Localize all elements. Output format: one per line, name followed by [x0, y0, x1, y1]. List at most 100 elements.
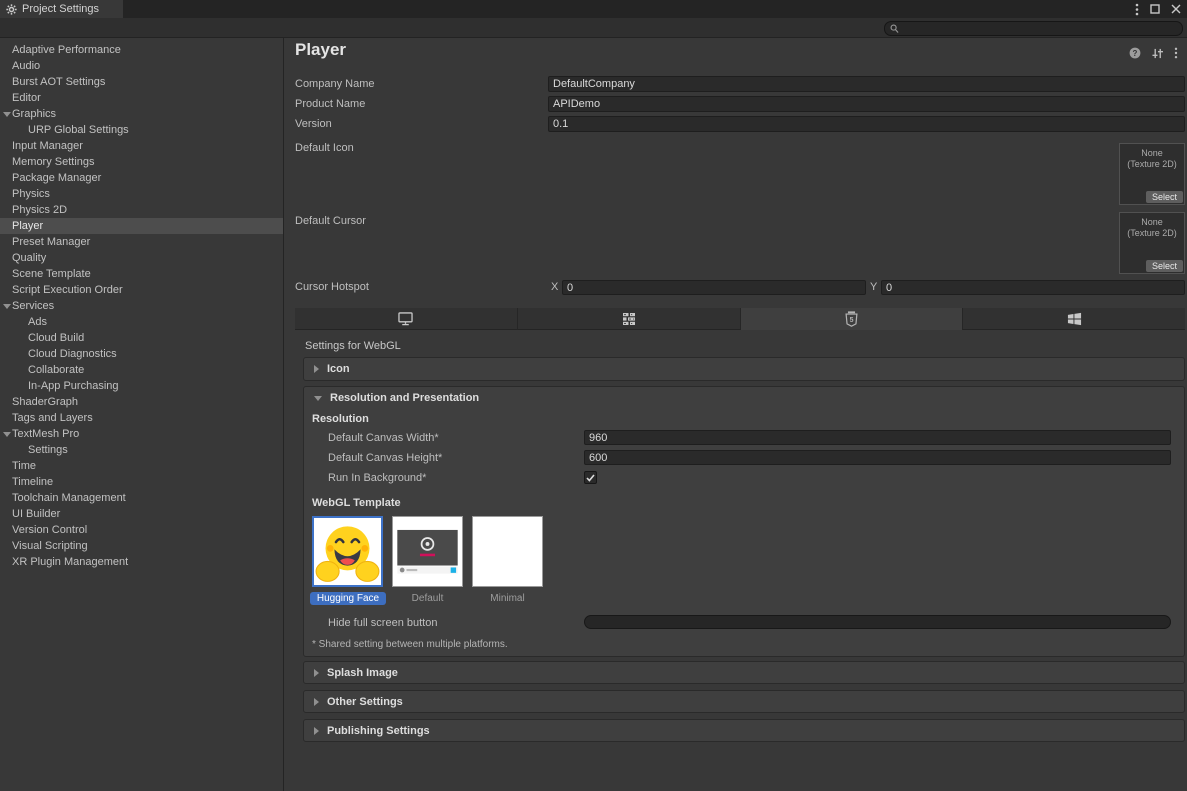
version-label: Version	[295, 118, 332, 130]
default-canvas-height-field[interactable]	[584, 450, 1171, 465]
sidebar-item-time[interactable]: Time	[0, 458, 283, 474]
default-cursor-select-button[interactable]: Select	[1146, 260, 1183, 272]
product-name-field[interactable]	[548, 96, 1185, 112]
default-cursor-texture-box[interactable]: None (Texture 2D) Select	[1119, 212, 1185, 274]
maximize-icon[interactable]	[1150, 4, 1160, 14]
sidebar-item-preset-manager[interactable]: Preset Manager	[0, 234, 283, 250]
section-other-settings[interactable]: Other Settings	[303, 690, 1185, 713]
sidebar-item-ads[interactable]: Ads	[0, 314, 283, 330]
tab-webgl[interactable]: 5	[741, 308, 964, 330]
foldout-collapsed-icon[interactable]	[314, 365, 319, 373]
sidebar-item-cloud-diagnostics[interactable]: Cloud Diagnostics	[0, 346, 283, 362]
section-icon[interactable]: Icon	[303, 357, 1185, 381]
search-box[interactable]	[884, 21, 1183, 36]
foldout-collapsed-icon[interactable]	[314, 727, 319, 735]
close-icon[interactable]	[1171, 4, 1181, 14]
window-tab-project-settings[interactable]: Project Settings	[0, 0, 123, 18]
sidebar-item-tags-and-layers[interactable]: Tags and Layers	[0, 410, 283, 426]
sidebar-item-textmesh-pro[interactable]: TextMesh Pro	[0, 426, 283, 442]
html5-shield-icon: 5	[845, 311, 858, 327]
run-in-background-checkbox[interactable]	[584, 471, 597, 484]
version-field[interactable]	[548, 116, 1185, 132]
sidebar-item-script-execution-order[interactable]: Script Execution Order	[0, 282, 283, 298]
sidebar-item-input-manager[interactable]: Input Manager	[0, 138, 283, 154]
section-resolution-header[interactable]: Resolution and Presentation	[304, 387, 1184, 409]
tab-windows-store[interactable]	[963, 308, 1185, 330]
sidebar-item-settings[interactable]: Settings	[0, 442, 283, 458]
sidebar-item-in-app-purchasing[interactable]: In-App Purchasing	[0, 378, 283, 394]
sidebar-item-services[interactable]: Services	[0, 298, 283, 314]
foldout-expanded-icon[interactable]	[3, 112, 11, 117]
template-thumbnail-hugging-face[interactable]	[312, 516, 383, 587]
sidebar-item-adaptive-performance[interactable]: Adaptive Performance	[0, 42, 283, 58]
foldout-collapsed-icon[interactable]	[314, 669, 319, 677]
template-label-hugging-face[interactable]: Hugging Face	[310, 592, 386, 605]
template-thumbnail-minimal[interactable]	[472, 516, 543, 587]
window-title: Project Settings	[22, 3, 99, 15]
sidebar-item-label: Cloud Diagnostics	[28, 348, 117, 360]
sidebar-item-player[interactable]: Player	[0, 218, 283, 234]
foldout-expanded-icon[interactable]	[3, 304, 11, 309]
sidebar-item-urp-global-settings[interactable]: URP Global Settings	[0, 122, 283, 138]
sidebar-item-label: Memory Settings	[12, 156, 95, 168]
company-name-field[interactable]	[548, 76, 1185, 92]
sidebar-item-version-control[interactable]: Version Control	[0, 522, 283, 538]
gear-icon	[6, 4, 17, 15]
hotspot-y-field[interactable]	[881, 280, 1185, 295]
sidebar-item-memory-settings[interactable]: Memory Settings	[0, 154, 283, 170]
sidebar-item-physics[interactable]: Physics	[0, 186, 283, 202]
sidebar-item-audio[interactable]: Audio	[0, 58, 283, 74]
sidebar-item-label: Preset Manager	[12, 236, 90, 248]
kebab-menu-icon[interactable]	[1174, 47, 1178, 59]
shared-setting-note: * Shared setting between multiple platfo…	[312, 639, 508, 650]
sidebar-item-label: Settings	[28, 444, 68, 456]
default-icon-label: Default Icon	[295, 142, 354, 154]
presets-icon[interactable]	[1151, 48, 1164, 59]
section-resolution-label: Resolution and Presentation	[330, 392, 479, 404]
sidebar-item-physics-2d[interactable]: Physics 2D	[0, 202, 283, 218]
sidebar-item-label: Tags and Layers	[12, 412, 93, 424]
sidebar-item-shadergraph[interactable]: ShaderGraph	[0, 394, 283, 410]
player-settings-panel: Player ?	[284, 38, 1187, 791]
section-splash-image[interactable]: Splash Image	[303, 661, 1185, 684]
sidebar-item-label: TextMesh Pro	[12, 428, 79, 440]
default-canvas-width-field[interactable]	[584, 430, 1171, 445]
help-icon[interactable]: ?	[1129, 47, 1141, 59]
sidebar-item-timeline[interactable]: Timeline	[0, 474, 283, 490]
sidebar-item-burst-aot-settings[interactable]: Burst AOT Settings	[0, 74, 283, 90]
template-thumbnail-default[interactable]	[392, 516, 463, 587]
tab-dedicated-server[interactable]	[518, 308, 741, 330]
hide-fullscreen-field[interactable]	[584, 615, 1171, 629]
sidebar-item-cloud-build[interactable]: Cloud Build	[0, 330, 283, 346]
search-input[interactable]	[899, 22, 1173, 35]
kebab-menu-icon[interactable]	[1135, 3, 1139, 16]
section-publishing-settings[interactable]: Publishing Settings	[303, 719, 1185, 742]
template-label-minimal[interactable]: Minimal	[472, 593, 543, 604]
hotspot-x-label: X	[551, 281, 558, 293]
default-icon-select-button[interactable]: Select	[1146, 191, 1183, 203]
sidebar-item-toolchain-management[interactable]: Toolchain Management	[0, 490, 283, 506]
foldout-collapsed-icon[interactable]	[314, 698, 319, 706]
foldout-expanded-icon[interactable]	[3, 432, 11, 437]
default-cursor-none-line1: None	[1120, 217, 1184, 228]
tab-standalone[interactable]	[295, 308, 518, 330]
sidebar-item-collaborate[interactable]: Collaborate	[0, 362, 283, 378]
sidebar-item-label: Editor	[12, 92, 41, 104]
sidebar-item-quality[interactable]: Quality	[0, 250, 283, 266]
foldout-expanded-icon[interactable]	[314, 396, 322, 401]
sidebar-item-package-manager[interactable]: Package Manager	[0, 170, 283, 186]
default-canvas-width-label: Default Canvas Width*	[328, 432, 439, 444]
sidebar-item-visual-scripting[interactable]: Visual Scripting	[0, 538, 283, 554]
template-label-default[interactable]: Default	[392, 593, 463, 604]
sidebar-item-ui-builder[interactable]: UI Builder	[0, 506, 283, 522]
sidebar-item-label: Toolchain Management	[12, 492, 126, 504]
section-publishing-label: Publishing Settings	[327, 725, 430, 737]
windows-icon	[1067, 312, 1082, 326]
sidebar-item-editor[interactable]: Editor	[0, 90, 283, 106]
default-icon-texture-box[interactable]: None (Texture 2D) Select	[1119, 143, 1185, 205]
run-in-background-label: Run In Background*	[328, 472, 426, 484]
sidebar-item-xr-plugin-management[interactable]: XR Plugin Management	[0, 554, 283, 570]
sidebar-item-graphics[interactable]: Graphics	[0, 106, 283, 122]
hotspot-x-field[interactable]	[562, 280, 866, 295]
sidebar-item-scene-template[interactable]: Scene Template	[0, 266, 283, 282]
